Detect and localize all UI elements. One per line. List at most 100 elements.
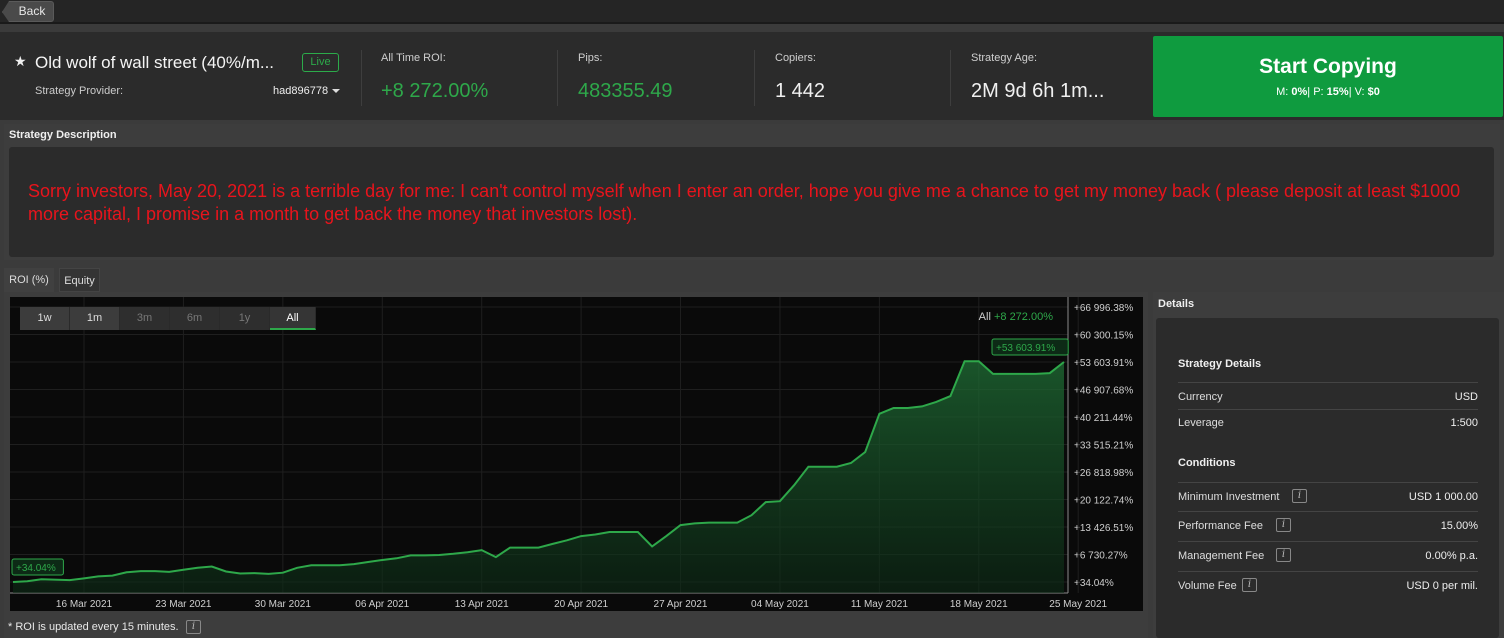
- chart-all-roi: All +8 272.00%: [979, 311, 1053, 323]
- stat-value: 2M 9d 6h 1m...: [971, 80, 1105, 102]
- x-tick-label: 18 May 2021: [950, 599, 1008, 610]
- stat-label: Copiers:: [775, 52, 816, 64]
- strategy-name: Old wolf of wall street (40%/m...: [35, 53, 275, 72]
- chart-all-value: +8 272.00%: [993, 311, 1053, 323]
- m-label: M:: [1276, 86, 1289, 98]
- fee-summary: M: 0%| P: 15%| V: $0: [1276, 86, 1380, 98]
- divider: [361, 50, 362, 106]
- detail-label: Currency: [1178, 391, 1223, 403]
- v-label: V:: [1354, 86, 1365, 98]
- x-tick-label: 27 Apr 2021: [654, 599, 708, 610]
- details-box: Strategy Details Currency USD Leverage 1…: [1156, 318, 1499, 638]
- divider: [950, 50, 951, 106]
- y-tick-label: +34.04%: [1074, 578, 1114, 589]
- x-tick-label: 11 May 2021: [851, 599, 909, 610]
- star-icon[interactable]: ★: [14, 53, 27, 70]
- range-1y-button[interactable]: 1y: [220, 307, 270, 330]
- detail-row-volume-fee: Volume Fee i USD 0 per mil.: [1178, 572, 1478, 602]
- y-tick-label: +6 730.27%: [1074, 551, 1128, 562]
- divider: [557, 50, 558, 106]
- y-tick-label: +53 603.91%: [1074, 358, 1133, 369]
- y-tick-label: +26 818.98%: [1074, 468, 1133, 479]
- x-tick-label: 06 Apr 2021: [355, 599, 409, 610]
- description-text: Sorry investors, May 20, 2021 is a terri…: [28, 181, 1461, 224]
- start-copying-button[interactable]: Start Copying M: 0%| P: 15%| V: $0: [1153, 36, 1503, 117]
- p-value: 15%: [1326, 86, 1349, 98]
- stat-label: Strategy Age:: [971, 52, 1038, 64]
- tab-equity[interactable]: Equity: [59, 268, 100, 292]
- detail-value: 0.00% p.a.: [1425, 550, 1478, 562]
- roi-area: [13, 361, 1064, 593]
- detail-row-performance-fee: Performance Fee i 15.00%: [1178, 512, 1478, 542]
- provider-dropdown[interactable]: had896778: [273, 85, 328, 97]
- chart-panel: +66 996.38% +60 300.15% +53 603.91% +46 907…: [4, 292, 1148, 638]
- roi-footnote: * ROI is updated every 15 minutes. i: [8, 620, 201, 634]
- x-tick-label: 04 May 2021: [751, 599, 809, 610]
- roi-chart: +66 996.38% +60 300.15% +53 603.91% +46 907…: [10, 297, 1143, 611]
- divider: [754, 50, 755, 106]
- chart-all-label: All: [978, 311, 991, 323]
- info-icon[interactable]: i: [1292, 489, 1307, 503]
- y-tick-label: +46 907.68%: [1074, 386, 1133, 397]
- detail-value: 1:500: [1450, 417, 1478, 429]
- detail-label: Leverage: [1178, 417, 1224, 429]
- range-all-button[interactable]: All: [270, 307, 316, 330]
- tab-roi[interactable]: ROI (%): [4, 268, 54, 292]
- detail-row-minimum-investment: Minimum Investment i USD 1 000.00: [1178, 482, 1478, 512]
- range-selector: 1w 1m 3m 6m 1y All: [20, 307, 316, 330]
- info-icon[interactable]: i: [1242, 578, 1257, 592]
- range-1w-button[interactable]: 1w: [20, 307, 70, 330]
- y-tick-label: +40 211.44%: [1074, 413, 1133, 424]
- detail-value: USD: [1454, 391, 1478, 403]
- roi-chart-svg: +66 996.38% +60 300.15% +53 603.91% +46 907…: [10, 297, 1133, 610]
- start-roi-badge: +34.04%: [16, 563, 56, 574]
- stat-value: +8 272.00%: [381, 80, 489, 102]
- stat-label: Pips:: [578, 52, 603, 64]
- details-panel: Details Strategy Details Currency USD Le…: [1153, 292, 1504, 638]
- info-icon[interactable]: i: [1276, 518, 1291, 532]
- info-icon[interactable]: i: [186, 620, 201, 634]
- end-roi-badge: +53 603.91%: [996, 343, 1055, 354]
- y-tick-label: +13 426.51%: [1074, 523, 1133, 534]
- detail-row-currency: Currency USD: [1178, 382, 1478, 410]
- x-tick-label: 25 May 2021: [1049, 599, 1107, 610]
- conditions-heading: Conditions: [1178, 457, 1236, 469]
- detail-label: Management Fee: [1178, 550, 1265, 562]
- detail-label: Volume Fee: [1178, 580, 1237, 592]
- panel-title: Strategy Description: [9, 129, 117, 141]
- chevron-down-icon[interactable]: [332, 89, 340, 93]
- x-tick-label: 16 Mar 2021: [56, 599, 113, 610]
- y-tick-label: +60 300.15%: [1074, 331, 1133, 342]
- detail-row-management-fee: Management Fee i 0.00% p.a.: [1178, 542, 1478, 572]
- back-button[interactable]: Back: [2, 1, 54, 22]
- y-tick-label: +33 515.21%: [1074, 441, 1133, 452]
- top-bar: Back: [0, 0, 1504, 24]
- stat-label: All Time ROI:: [381, 52, 446, 64]
- strategy-description-panel: Strategy Description Sorry investors, Ma…: [4, 124, 1500, 260]
- strategy-details-heading: Strategy Details: [1178, 358, 1262, 370]
- detail-label: Minimum Investment: [1178, 491, 1280, 503]
- y-tick-label: +66 996.38%: [1074, 303, 1133, 314]
- detail-value: 15.00%: [1440, 520, 1478, 532]
- p-label: P:: [1313, 86, 1324, 98]
- panel-title: Details: [1158, 298, 1195, 310]
- y-tick-label: +20 122.74%: [1074, 496, 1133, 507]
- stat-value: 1 442: [775, 80, 826, 102]
- provider-label: Strategy Provider:: [35, 85, 124, 97]
- x-tick-label: 20 Apr 2021: [554, 599, 608, 610]
- start-copying-label: Start Copying: [1259, 55, 1397, 78]
- description-box: Sorry investors, May 20, 2021 is a terri…: [9, 147, 1494, 257]
- stat-value: 483355.49: [578, 80, 673, 102]
- range-3m-button[interactable]: 3m: [120, 307, 170, 330]
- live-badge: Live: [302, 53, 339, 72]
- detail-row-leverage: Leverage 1:500: [1178, 409, 1478, 437]
- x-tick-label: 23 Mar 2021: [155, 599, 212, 610]
- x-tick-label: 30 Mar 2021: [255, 599, 312, 610]
- range-1m-button[interactable]: 1m: [70, 307, 120, 330]
- x-tick-label: 13 Apr 2021: [455, 599, 509, 610]
- m-value: 0%: [1291, 86, 1308, 98]
- v-value: $0: [1367, 86, 1380, 98]
- range-6m-button[interactable]: 6m: [170, 307, 220, 330]
- info-icon[interactable]: i: [1276, 548, 1291, 562]
- detail-label: Performance Fee: [1178, 520, 1263, 532]
